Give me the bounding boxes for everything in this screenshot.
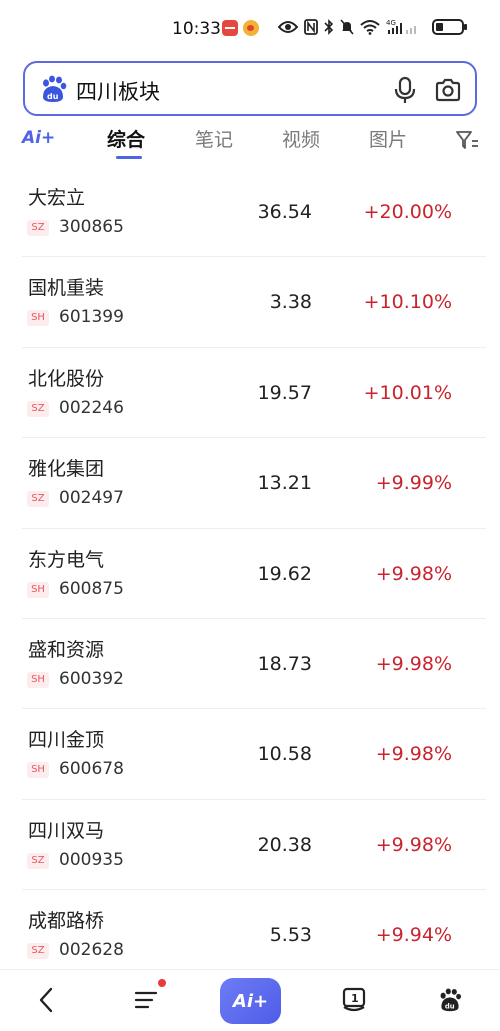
eye-icon (278, 18, 298, 36)
stock-change: +9.99% (375, 472, 452, 495)
stock-row[interactable]: 雅化集团 SZ 002497 13.21 +9.99% (0, 438, 500, 529)
stock-name: 四川双马 (28, 819, 105, 842)
stock-price: 3.38 (269, 291, 312, 314)
ai-button[interactable]: Ai+ (220, 978, 281, 1024)
svg-text:1: 1 (351, 992, 359, 1005)
filter-icon[interactable] (455, 129, 479, 151)
stock-name: 北化股份 (28, 367, 105, 390)
search-box[interactable]: du 四川板块 (23, 61, 477, 116)
stock-name: 东方电气 (28, 548, 105, 571)
notification-dot (158, 979, 166, 987)
stock-name: 盛和资源 (28, 638, 105, 661)
search-input[interactable]: 四川板块 (76, 76, 160, 106)
camera-icon[interactable] (434, 76, 462, 104)
tab-comprehensive[interactable]: 综合 (107, 125, 145, 152)
mic-icon[interactable] (394, 76, 416, 104)
stock-change: +9.98% (375, 562, 452, 585)
stock-price: 18.73 (257, 652, 312, 675)
bluetooth-icon (324, 18, 334, 36)
stock-code: 002246 (59, 397, 124, 418)
market-badge: SH (27, 581, 49, 598)
status-time: 10:33 (172, 19, 221, 39)
stock-price: 10.58 (257, 743, 312, 766)
svg-text:du: du (445, 1003, 455, 1011)
baidu-paw-icon[interactable]: du (426, 978, 474, 1022)
stock-row[interactable]: 四川金顶 SH 600678 10.58 +9.98% (0, 709, 500, 800)
stock-code: 600392 (59, 668, 124, 689)
page-count-icon[interactable]: 1 (330, 978, 378, 1022)
stock-change: +9.98% (375, 833, 452, 856)
tab-images[interactable]: 图片 (369, 125, 407, 152)
market-badge: SH (27, 762, 49, 779)
tab-bar: Ai+ 综合 笔记 视频 图片 (0, 120, 500, 160)
ai-tab[interactable]: Ai+ (22, 128, 55, 148)
stock-row[interactable]: 北化股份 SZ 002246 19.57 +10.01% (0, 348, 500, 439)
svg-text:4G: 4G (386, 19, 396, 27)
stock-name: 国机重装 (28, 277, 105, 300)
stock-change: +20.00% (363, 201, 452, 223)
stock-row[interactable]: 大宏立 SZ 300865 36.54 +20.00% (0, 167, 500, 258)
active-tab-indicator (116, 156, 142, 159)
stock-name: 雅化集团 (28, 458, 105, 481)
svg-text:du: du (47, 92, 59, 101)
stock-row[interactable]: 国机重装 SH 601399 3.38 +10.10% (0, 257, 500, 348)
stock-code: 600875 (59, 578, 124, 599)
wifi-icon (360, 18, 380, 36)
stock-code: 002497 (59, 488, 124, 509)
stock-code: 002628 (59, 940, 124, 961)
minus-notification-icon (222, 20, 238, 36)
tab-videos[interactable]: 视频 (282, 125, 320, 152)
stock-code: 600678 (59, 759, 124, 780)
stock-code: 000935 (59, 849, 124, 870)
weibo-icon (243, 20, 259, 36)
stock-change: +9.94% (375, 924, 452, 947)
back-icon[interactable] (22, 978, 70, 1022)
stock-row[interactable]: 盛和资源 SH 600392 18.73 +9.98% (0, 619, 500, 710)
stock-price: 36.54 (257, 201, 312, 223)
market-badge: SZ (27, 220, 49, 236)
market-badge: SZ (27, 852, 49, 869)
stock-name: 四川金顶 (28, 729, 105, 752)
market-badge: SH (27, 310, 49, 327)
stock-price: 20.38 (257, 833, 312, 856)
stock-change: +10.01% (363, 381, 452, 404)
status-bar: 10:33 4G (0, 0, 500, 58)
stock-row[interactable]: 东方电气 SH 600875 19.62 +9.98% (0, 529, 500, 619)
stock-price: 5.53 (269, 924, 312, 947)
stock-price: 19.57 (257, 381, 312, 404)
stock-price: 19.62 (257, 562, 312, 585)
stock-price: 13.21 (257, 472, 312, 495)
market-badge: SH (27, 671, 49, 688)
signal-icon: 4G (386, 18, 420, 36)
market-badge: SZ (27, 943, 49, 960)
market-badge: SZ (27, 400, 49, 417)
mute-icon (340, 18, 354, 36)
nfc-icon (304, 18, 318, 36)
stock-row[interactable]: 四川双马 SZ 000935 20.38 +9.98% (0, 800, 500, 891)
market-badge: SZ (27, 491, 49, 508)
stock-code: 300865 (59, 217, 124, 237)
stock-change: +9.98% (375, 652, 452, 675)
stock-row[interactable]: 成都路桥 SZ 002628 5.53 +9.94% (0, 890, 500, 981)
stock-name: 大宏立 (28, 187, 86, 209)
stock-list: 大宏立 SZ 300865 36.54 +20.00% 国机重装 SH 601399 3.38 +… (0, 167, 500, 981)
stock-change: +10.10% (363, 291, 452, 314)
bottom-nav: Ai+ 1 du (0, 969, 500, 1031)
stock-code: 601399 (59, 307, 124, 328)
stock-change: +9.98% (375, 743, 452, 766)
stock-name: 成都路桥 (28, 910, 105, 933)
battery-icon (432, 19, 467, 35)
baidu-logo: du (39, 75, 67, 103)
tab-notes[interactable]: 笔记 (195, 125, 233, 152)
